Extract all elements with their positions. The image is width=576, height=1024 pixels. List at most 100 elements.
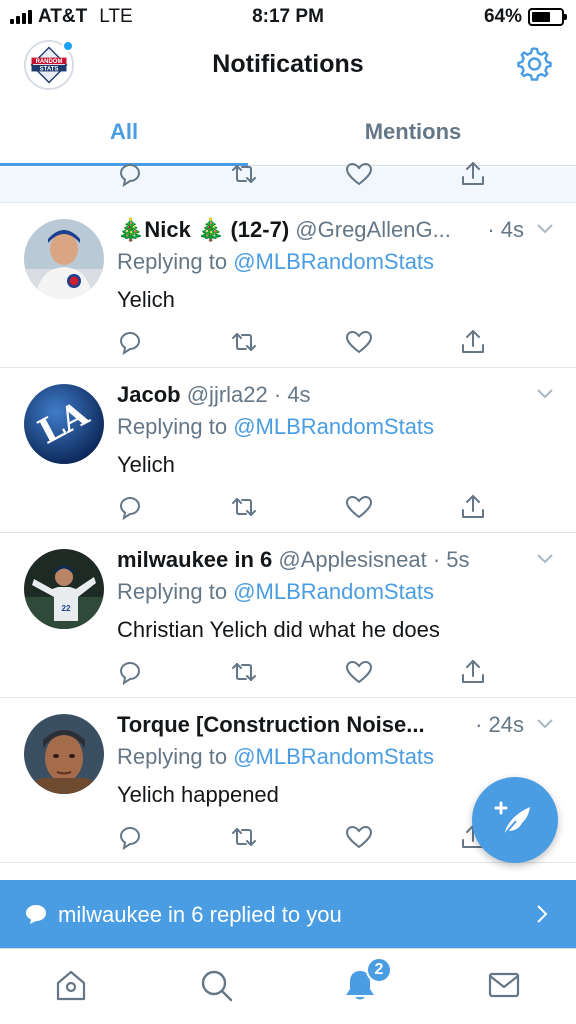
tweet-text: Yelich happened xyxy=(117,782,279,807)
user-handle: @Applesisneat xyxy=(278,547,427,572)
chevron-down-icon[interactable] xyxy=(536,553,554,565)
retweet-button[interactable] xyxy=(229,822,259,852)
notification-feed[interactable]: 🎄Nick 🎄 (12-7) @GregAllenG... · 4s Reply… xyxy=(0,162,576,863)
retweet-icon xyxy=(232,828,256,846)
heart-icon xyxy=(345,825,373,849)
tweet-text: Christian Yelich did what he does xyxy=(117,617,440,642)
avatar-image xyxy=(24,714,104,794)
avatar-image: 22 xyxy=(24,549,104,629)
tweet-header: 🎄Nick 🎄 (12-7) @GregAllenG... xyxy=(117,217,527,243)
tab-all[interactable]: All xyxy=(0,98,248,166)
replying-to: Replying to @MLBRandomStats xyxy=(117,414,434,440)
tweet-header: Jacob @jjrla22 · 4s xyxy=(117,382,527,408)
tweet-row[interactable]: 22 milwaukee in 6 @Applesisneat · 5s Rep… xyxy=(0,533,576,698)
reply-button[interactable] xyxy=(115,657,145,687)
user-handle: @GregAllenG... xyxy=(295,217,451,242)
settings-button[interactable] xyxy=(516,46,552,82)
reply-toast-banner[interactable]: milwaukee in 6 replied to you xyxy=(0,880,576,948)
battery-percent: 64% xyxy=(483,6,522,27)
share-icon xyxy=(462,495,484,518)
nav-header: RANDOM STATS Notifications xyxy=(0,34,576,98)
user-avatar[interactable]: 22 xyxy=(24,549,104,629)
reply-button[interactable] xyxy=(115,822,145,852)
tweet-header: Torque [Construction Noise... xyxy=(117,712,527,738)
chevron-right-icon xyxy=(537,905,548,923)
tweet-text: Yelich xyxy=(117,287,175,312)
compose-tweet-button[interactable] xyxy=(472,777,558,863)
like-button[interactable] xyxy=(344,822,374,852)
mention-link[interactable]: @MLBRandomStats xyxy=(233,579,434,604)
reply-button[interactable] xyxy=(115,327,145,357)
heart-icon xyxy=(345,660,373,684)
like-button[interactable] xyxy=(344,159,374,189)
display-name[interactable]: Jacob xyxy=(117,382,181,407)
share-button[interactable] xyxy=(458,492,488,522)
bottom-tab-bar xyxy=(0,948,576,1024)
gear-icon xyxy=(517,47,552,81)
share-button[interactable] xyxy=(458,327,488,357)
share-button[interactable] xyxy=(458,657,488,687)
tab-home[interactable] xyxy=(53,967,89,1003)
tweet-header: milwaukee in 6 @Applesisneat · 5s xyxy=(117,547,527,573)
replying-to-label: Replying to xyxy=(117,414,234,439)
display-name[interactable]: Torque [Construction Noise... xyxy=(117,712,425,737)
tweet-row[interactable]: 🎄Nick 🎄 (12-7) @GregAllenG... · 4s Reply… xyxy=(0,203,576,368)
like-button[interactable] xyxy=(344,327,374,357)
replying-to: Replying to @MLBRandomStats xyxy=(117,249,434,275)
mention-link[interactable]: @MLBRandomStats xyxy=(233,414,434,439)
replying-to: Replying to @MLBRandomStats xyxy=(117,744,434,770)
status-bar: AT&T LTE 8:17 PM 64% xyxy=(0,0,576,34)
chevron-down-icon[interactable] xyxy=(536,223,554,235)
chevron-down-icon[interactable] xyxy=(536,388,554,400)
tweet-text: Yelich xyxy=(117,452,175,477)
reply-icon xyxy=(119,164,140,188)
retweet-button[interactable] xyxy=(229,657,259,687)
share-button[interactable] xyxy=(458,159,488,189)
retweet-button[interactable] xyxy=(229,492,259,522)
tab-messages[interactable] xyxy=(486,967,522,1003)
replying-to-label: Replying to xyxy=(117,744,234,769)
reply-button[interactable] xyxy=(115,159,145,189)
tab-mentions[interactable]: Mentions xyxy=(288,98,538,166)
timestamp: · 5s xyxy=(432,547,470,572)
display-name[interactable]: milwaukee in 6 xyxy=(117,547,272,572)
heart-icon xyxy=(345,162,373,186)
page-title: Notifications xyxy=(212,50,364,78)
heart-icon xyxy=(345,330,373,354)
svg-text:22: 22 xyxy=(62,604,71,613)
share-icon xyxy=(462,660,484,683)
replying-to-label: Replying to xyxy=(117,579,234,604)
user-avatar[interactable] xyxy=(24,219,104,299)
tweet-actions xyxy=(0,492,576,524)
list-item[interactable] xyxy=(0,162,576,203)
compose-feather-icon xyxy=(494,801,530,836)
chevron-down-icon[interactable] xyxy=(536,718,554,730)
user-avatar[interactable] xyxy=(24,714,104,794)
mail-icon xyxy=(488,972,520,998)
like-button[interactable] xyxy=(344,492,374,522)
retweet-icon xyxy=(232,663,256,681)
retweet-icon xyxy=(232,498,256,516)
reply-icon xyxy=(119,332,140,356)
user-avatar[interactable]: LA xyxy=(24,384,104,464)
timestamp: · 24s xyxy=(471,712,524,738)
reply-icon xyxy=(119,497,140,521)
battery-group: 64% xyxy=(483,6,567,28)
reply-button[interactable] xyxy=(115,492,145,522)
speech-bubble-icon xyxy=(26,905,46,924)
mention-link[interactable]: @MLBRandomStats xyxy=(233,249,434,274)
display-name[interactable]: 🎄Nick 🎄 (12-7) xyxy=(117,217,289,242)
retweet-button[interactable] xyxy=(229,159,259,189)
share-icon xyxy=(462,162,484,185)
retweet-icon xyxy=(232,333,256,351)
toast-message: milwaukee in 6 replied to you xyxy=(58,902,342,927)
like-button[interactable] xyxy=(344,657,374,687)
mention-link[interactable]: @MLBRandomStats xyxy=(233,744,434,769)
user-handle: @jjrla22 xyxy=(186,382,268,407)
battery-icon xyxy=(528,8,567,26)
tweet-actions xyxy=(0,657,576,689)
tab-search[interactable] xyxy=(198,967,234,1003)
tweet-row[interactable]: LA Jacob @jjrla22 · 4s Replying to @MLBR… xyxy=(0,368,576,533)
retweet-button[interactable] xyxy=(229,327,259,357)
tweet-actions xyxy=(0,159,576,191)
